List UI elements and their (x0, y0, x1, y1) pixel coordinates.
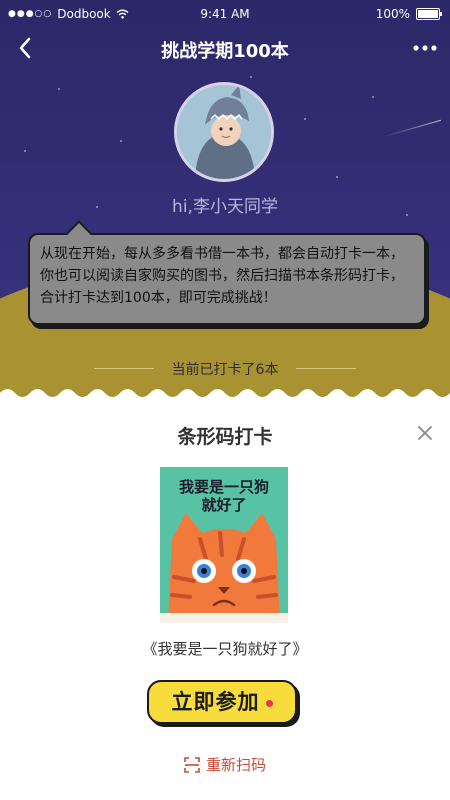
rescan-label: 重新扫码 (205, 756, 266, 774)
avatar-image (177, 85, 271, 179)
book-cover: 我要是一只狗 就好了 (160, 467, 288, 623)
greeting-text: hi,李小天同学 (172, 197, 278, 217)
status-bar: ●●●○○ Dodbook 9:41 AM 100% (0, 0, 450, 28)
sheet-title: 条形码打卡 (177, 426, 273, 448)
progress-row: 当前已打卡了6本 (0, 357, 450, 381)
scan-icon (184, 757, 200, 773)
rescan-button[interactable]: 重新扫码 (0, 754, 450, 775)
checkin-count: 当前已打卡了6本 (171, 362, 279, 378)
avatar[interactable] (174, 82, 274, 182)
nav-bar: 挑战学期100本 (0, 30, 450, 66)
more-button[interactable] (410, 34, 440, 62)
book-cover-title: 我要是一只狗 就好了 (178, 478, 269, 514)
intro-text: 从现在开始，每从多多看书借一本书，都会自动打卡一本，你也可以阅读自家购买的图书，… (40, 246, 404, 306)
join-button[interactable]: 立即参加 (147, 680, 297, 724)
barcode-checkin-sheet: 条形码打卡 我要是一只狗 就好了 《我要是一只狗就好了》 立即参加 重新扫码 (0, 398, 450, 800)
battery-icon (416, 8, 442, 20)
intro-bubble: 从现在开始，每从多多看书借一本书，都会自动打卡一本，你也可以阅读自家购买的图书，… (28, 233, 426, 325)
battery-percent: 100% (375, 7, 410, 21)
notification-dot (265, 699, 273, 707)
close-icon[interactable] (416, 424, 434, 442)
page-title: 挑战学期100本 (161, 41, 289, 62)
join-button-label: 立即参加 (171, 690, 260, 714)
book-name: 《我要是一只狗就好了》 (142, 640, 308, 658)
